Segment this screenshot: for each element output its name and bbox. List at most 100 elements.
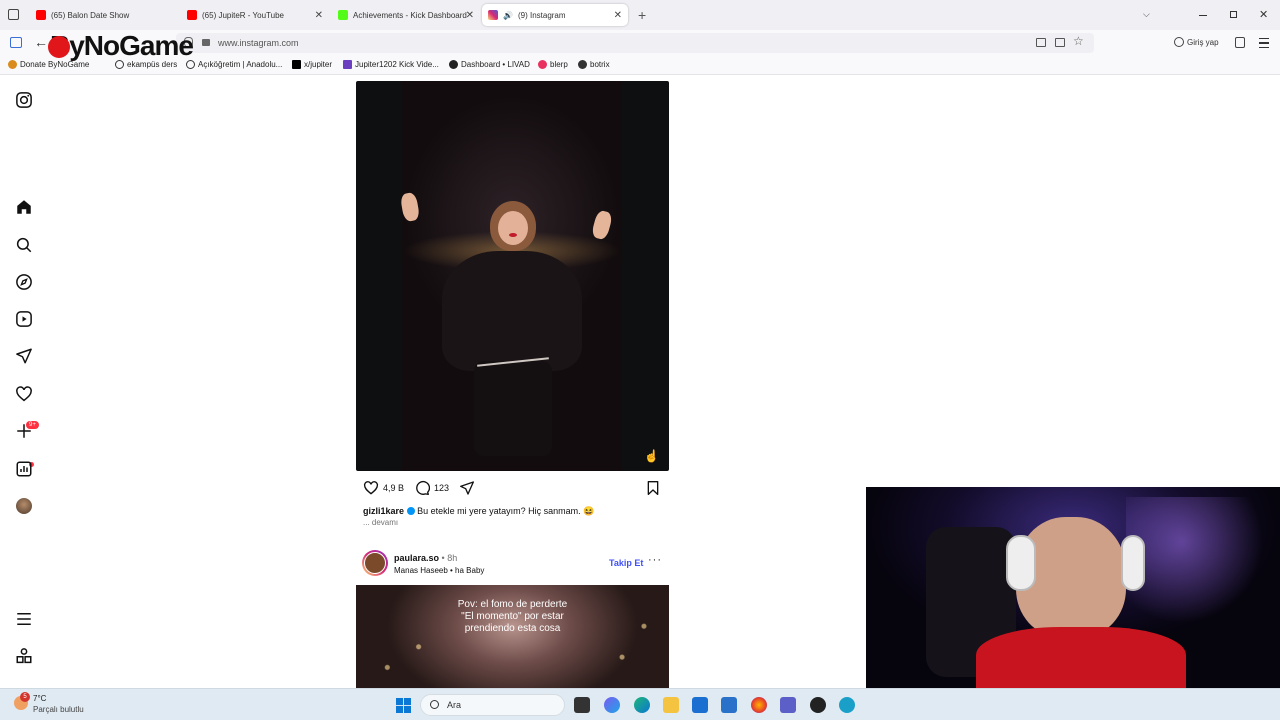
like-heart-icon[interactable] bbox=[363, 480, 379, 496]
disco-light bbox=[1126, 497, 1266, 647]
reels-icon[interactable] bbox=[15, 310, 33, 328]
post2-header: paulara.so • 8h Manas Haseeb • ha Baby T… bbox=[362, 550, 672, 578]
close-tab-icon[interactable]: ✕ bbox=[315, 10, 323, 21]
close-tab-icon[interactable]: ✕ bbox=[614, 10, 622, 21]
caption-text: Bu etekle mi yere yatayım? Hiç sanmam. 😆 bbox=[417, 506, 595, 516]
post-username[interactable]: gizli1kare bbox=[363, 506, 404, 516]
firefox-icon[interactable] bbox=[751, 697, 767, 713]
bynogame-icon bbox=[8, 60, 17, 69]
bookmark-blerp[interactable]: blerp bbox=[538, 60, 568, 69]
create-plus-icon[interactable] bbox=[15, 422, 33, 440]
post2-video[interactable]: Pov: el fomo de perderte "El momento" po… bbox=[356, 585, 669, 688]
bookmark-botrix[interactable]: botrix bbox=[578, 60, 610, 69]
overlay-line-3: prendiendo esta cosa bbox=[464, 623, 561, 634]
extensions-icon[interactable] bbox=[1235, 37, 1245, 48]
instagram-logo-icon[interactable] bbox=[15, 91, 33, 109]
youtube-icon bbox=[36, 10, 46, 20]
edge-icon[interactable] bbox=[634, 697, 650, 713]
overlay-logo-mark bbox=[48, 36, 70, 58]
bookmark-kick-videos[interactable]: Jupiter1202 Kick Vide... bbox=[343, 60, 439, 69]
new-tab-icon[interactable]: + bbox=[638, 7, 646, 23]
menu-icon[interactable] bbox=[1259, 38, 1269, 48]
overlay-logo-text: ByNoGame bbox=[50, 30, 194, 61]
picture-icon[interactable] bbox=[1036, 38, 1046, 47]
x-icon bbox=[292, 60, 301, 69]
temperature: 7°C bbox=[33, 694, 47, 703]
cursor-hand-icon: ☝ bbox=[644, 449, 659, 463]
save-bookmark-icon[interactable] bbox=[645, 480, 661, 496]
post-actions: 4,9 B 123 bbox=[363, 480, 475, 496]
bookmark-livad[interactable]: Dashboard • LIVAD bbox=[449, 60, 530, 69]
task-view-icon[interactable] bbox=[574, 697, 590, 713]
close-window-icon[interactable]: ✕ bbox=[1259, 8, 1268, 21]
kick-icon bbox=[338, 10, 348, 20]
likes-count: 4,9 B bbox=[383, 483, 405, 493]
sign-in-button[interactable]: Giriş yap bbox=[1174, 37, 1219, 47]
bookmark-x[interactable]: x/jupiter bbox=[292, 60, 332, 69]
sidebar-toggle-icon[interactable] bbox=[10, 37, 22, 48]
follow-button[interactable]: Takip Et bbox=[609, 558, 643, 568]
notifications-heart-icon[interactable] bbox=[15, 385, 33, 403]
share-icon[interactable] bbox=[459, 480, 475, 496]
streamer-webcam bbox=[866, 487, 1280, 688]
chevron-down-icon[interactable]: ⌵ bbox=[1143, 9, 1150, 20]
close-tab-icon[interactable]: ✕ bbox=[466, 10, 474, 21]
red-hoodie bbox=[976, 627, 1186, 688]
more-menu-icon[interactable] bbox=[15, 610, 33, 628]
video-frame bbox=[399, 81, 622, 471]
file-explorer-icon[interactable] bbox=[663, 697, 679, 713]
twitch-icon bbox=[343, 60, 352, 69]
account-icon bbox=[1174, 37, 1184, 47]
instagram-sidebar: 9+ bbox=[0, 75, 48, 688]
tab-kick[interactable]: Achievements - Kick Dashboard ✕ bbox=[332, 4, 480, 26]
post2-time: 8h bbox=[447, 553, 458, 563]
settings-app-icon[interactable] bbox=[839, 697, 855, 713]
obs-icon[interactable] bbox=[810, 697, 826, 713]
restore-icon[interactable] bbox=[1230, 11, 1237, 18]
comments-count: 123 bbox=[434, 483, 450, 493]
tab-instagram[interactable]: 🔊 (9) Instagram ✕ bbox=[482, 4, 628, 26]
weather-badge: 5 bbox=[20, 692, 30, 702]
post2-username[interactable]: paulara.so bbox=[394, 553, 439, 563]
back-icon[interactable]: ← bbox=[34, 34, 48, 50]
post2-audio[interactable]: Manas Haseeb • ha Baby bbox=[394, 566, 484, 575]
home-icon[interactable] bbox=[15, 198, 33, 216]
headphones-right bbox=[1121, 535, 1145, 591]
copilot-icon[interactable] bbox=[604, 697, 620, 713]
messages-icon[interactable] bbox=[15, 347, 33, 365]
threads-apps-icon[interactable] bbox=[15, 647, 33, 665]
minimize-icon[interactable] bbox=[1199, 15, 1207, 16]
stream-overlay-logo: ByNoGame bbox=[48, 0, 233, 70]
url-bar[interactable]: www.instagram.com ☆ bbox=[176, 33, 1094, 53]
tab-list-icon[interactable] bbox=[8, 9, 19, 20]
taskbar-search[interactable]: Ara bbox=[420, 694, 565, 716]
explore-icon[interactable] bbox=[15, 273, 33, 291]
overlay-line-1: Pov: el fomo de perderte bbox=[457, 599, 568, 610]
post2-avatar[interactable] bbox=[362, 550, 388, 576]
verified-badge-icon bbox=[406, 507, 415, 515]
person-face bbox=[498, 211, 528, 245]
speaker-icon[interactable]: 🔊 bbox=[503, 11, 513, 20]
post-options-icon[interactable]: ··· bbox=[648, 554, 662, 566]
blerp-icon bbox=[538, 60, 547, 69]
dashboard-icon[interactable] bbox=[15, 460, 33, 478]
comment-icon[interactable] bbox=[414, 480, 431, 496]
person-coat bbox=[442, 251, 582, 371]
weather-text: Parçalı bulutlu bbox=[33, 705, 84, 714]
overlay-line-2: "El momento" por estar bbox=[461, 611, 564, 622]
outlook-icon[interactable] bbox=[721, 697, 737, 713]
bookmark-star-icon[interactable]: ☆ bbox=[1073, 34, 1084, 48]
windows-start-icon[interactable] bbox=[396, 698, 411, 713]
search-icon[interactable] bbox=[15, 236, 33, 254]
teams-icon[interactable] bbox=[780, 697, 796, 713]
more-link[interactable]: ... devamı bbox=[363, 518, 398, 527]
store-icon[interactable] bbox=[692, 697, 708, 713]
post-video[interactable]: ☝ bbox=[356, 81, 669, 471]
post-caption: gizli1kare Bu etekle mi yere yatayım? Hi… bbox=[363, 506, 594, 517]
livad-icon bbox=[449, 60, 458, 69]
person-left-hand bbox=[399, 191, 421, 223]
save-to-pocket-icon[interactable] bbox=[1055, 38, 1065, 47]
search-icon bbox=[430, 700, 439, 709]
botrix-icon bbox=[578, 60, 587, 69]
profile-avatar[interactable] bbox=[16, 498, 32, 514]
